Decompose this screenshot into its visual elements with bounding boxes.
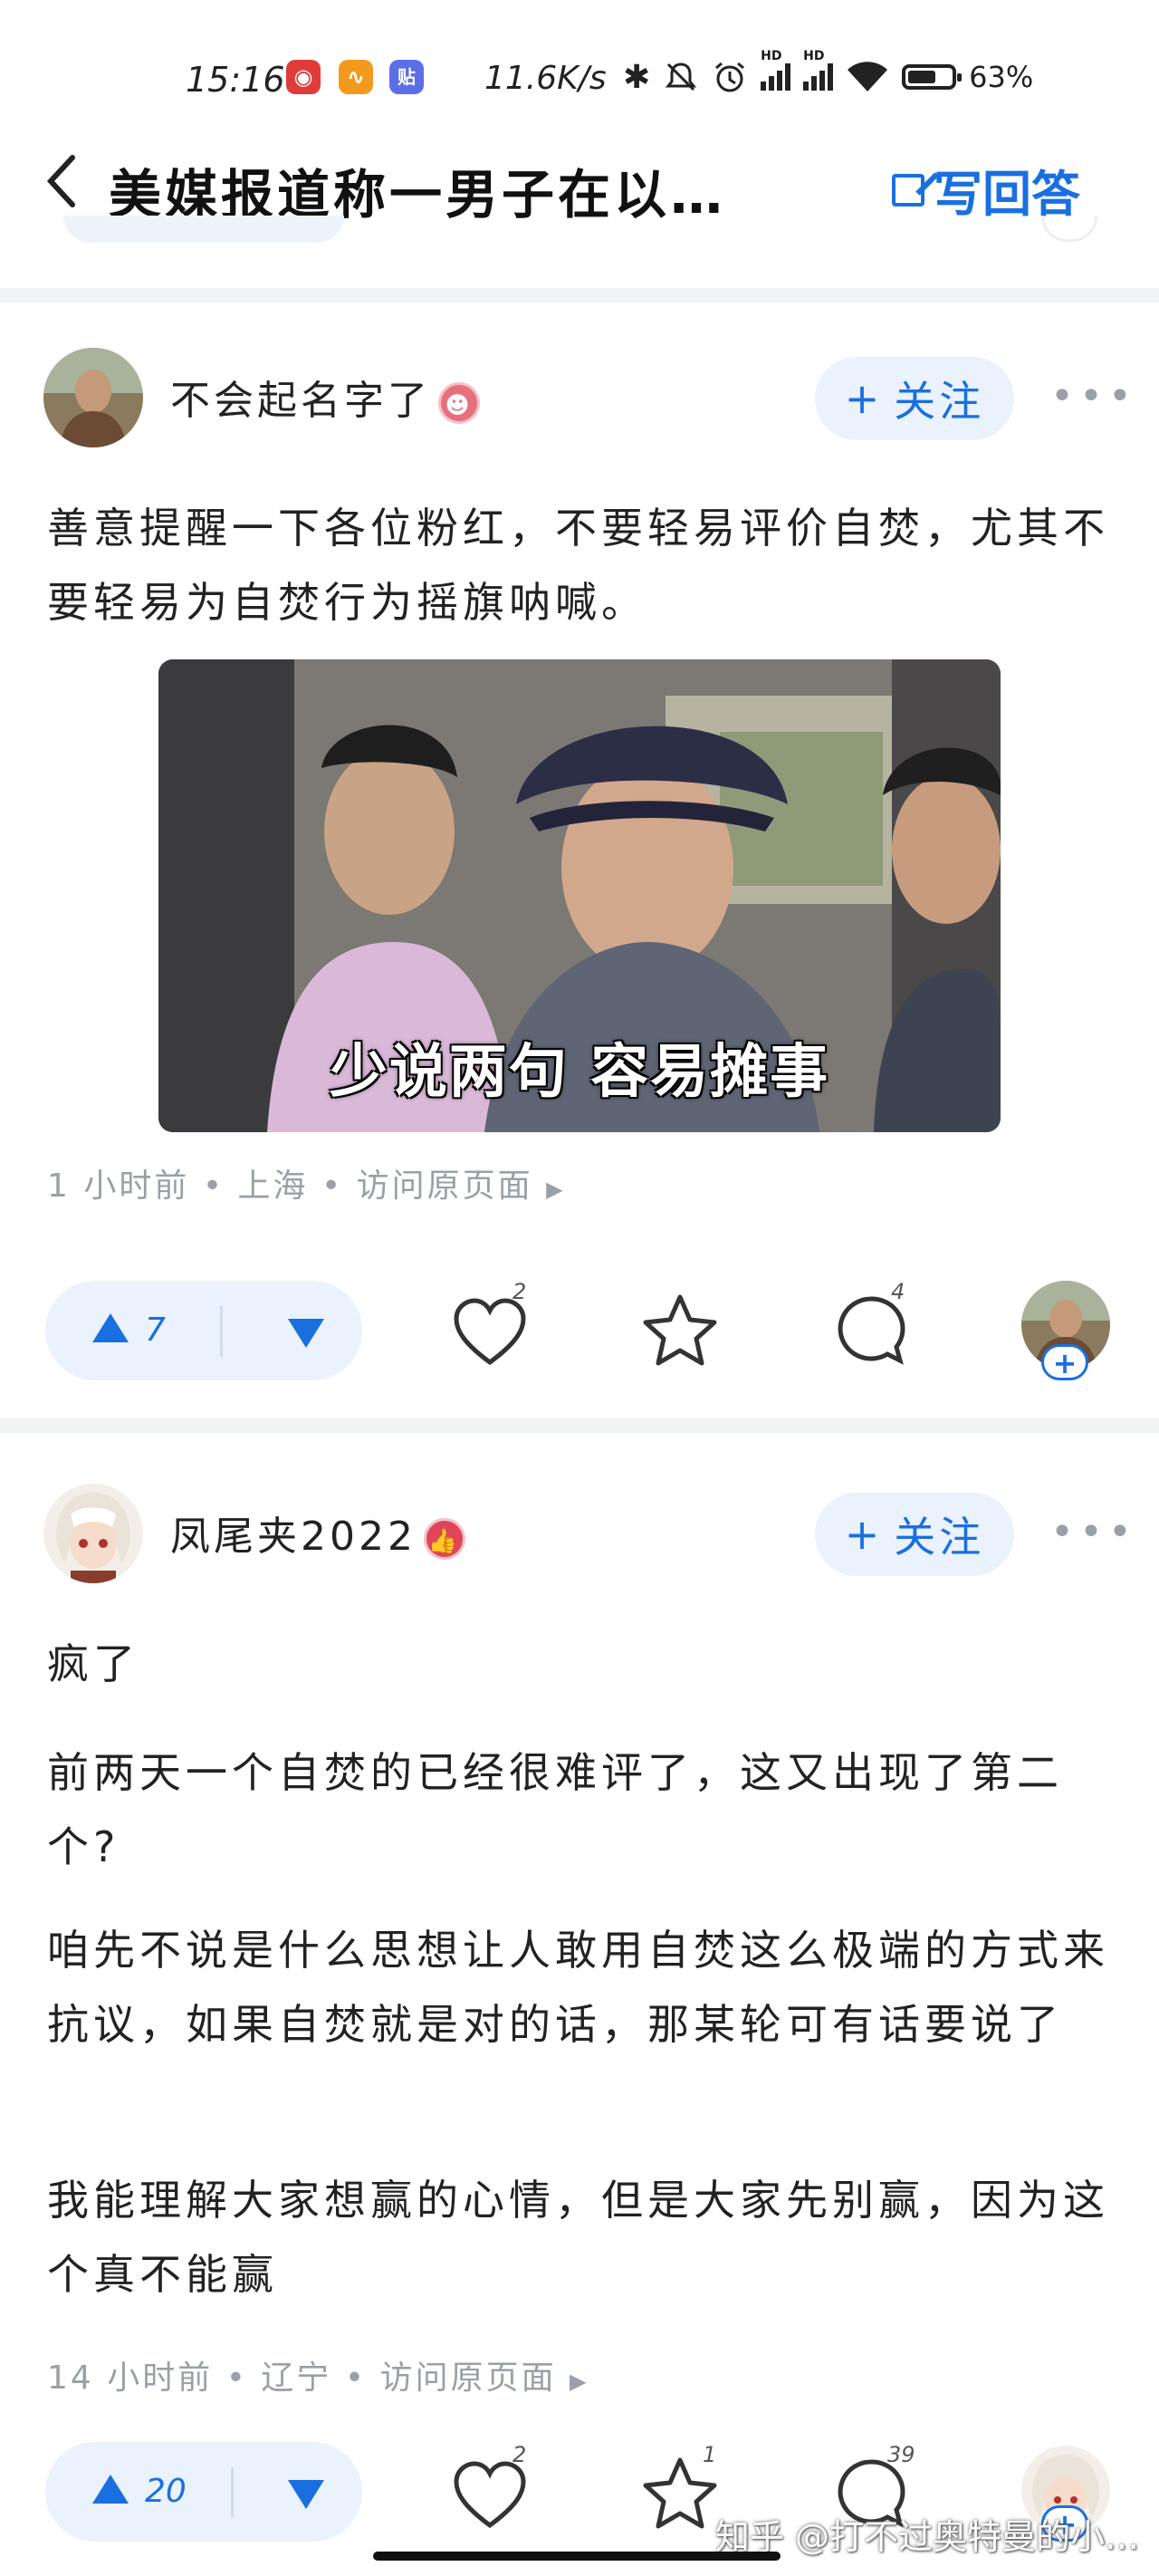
home-indicator[interactable] — [373, 2552, 781, 2561]
alarm-icon — [715, 62, 745, 92]
image-caption: 少说两句 容易摊事 — [329, 1039, 830, 1106]
status-time: 15:16 — [186, 60, 285, 100]
favorite-count: 1 — [703, 2442, 717, 2467]
plus-icon: + — [844, 374, 884, 423]
play-arrow-icon: ▶ — [546, 1177, 566, 1202]
meta-time: 1 小时前 — [47, 1168, 190, 1205]
author-name[interactable]: 不会起名字了 ☻ — [170, 368, 480, 426]
plus-icon: + — [844, 1510, 884, 1559]
add-plus-button[interactable]: + — [1041, 1344, 1088, 1380]
tieba-icon: 贴 — [389, 60, 424, 94]
badge-icon: ☻ — [438, 382, 480, 424]
hd-signal-icon: HD — [761, 49, 791, 91]
meta-separator: • — [344, 2360, 368, 2397]
meta-separator: • — [225, 2360, 248, 2397]
upvote-count: 7 — [145, 1312, 166, 1349]
more-options-icon[interactable]: ••• — [1050, 1509, 1137, 1555]
previous-action-edge — [1041, 216, 1097, 242]
author-name[interactable]: 凤尾夹2022 👍 — [170, 1504, 465, 1562]
meta-time: 14 小时前 — [47, 2360, 214, 2397]
answer-meta: 14 小时前 • 辽宁 • 访问原页面 ▶ — [47, 2351, 589, 2398]
avatar[interactable] — [43, 1484, 143, 1583]
meta-separator: • — [321, 1168, 344, 1205]
meta-location: 辽宁 — [261, 2360, 332, 2397]
answer-paragraph: 善意提醒一下各位粉红，不要轻易评价自焚，尤其不要轻易为自焚行为摇旗呐喊。 — [47, 504, 1109, 627]
hd-signal-icon: HD — [803, 49, 834, 91]
bluetooth-icon: ✱ — [623, 58, 651, 96]
visit-original-link[interactable]: 访问原页面 — [357, 1168, 533, 1205]
visit-original-link[interactable]: 访问原页面 — [380, 2360, 557, 2397]
wifi-icon — [848, 62, 888, 91]
upvote-count: 20 — [145, 2473, 187, 2510]
watermark: 知乎 @打不过奥特曼的小… — [715, 2517, 1140, 2557]
battery-percent: 63% — [969, 60, 1034, 94]
follow-button[interactable]: + 关注 — [815, 1493, 1014, 1576]
author-name-text: 凤尾夹2022 — [170, 1514, 417, 1560]
avatar[interactable] — [43, 348, 143, 447]
vote-control: 7 — [45, 1281, 362, 1380]
play-arrow-icon: ▶ — [570, 2369, 589, 2394]
like-count: 2 — [512, 2442, 527, 2467]
answer-paragraph: 疯了 — [47, 1639, 139, 1688]
previous-vote-pill — [63, 216, 344, 243]
meta-location: 上海 — [237, 1168, 309, 1205]
upvote-icon[interactable] — [92, 1313, 129, 1342]
more-options-icon[interactable]: ••• — [1050, 373, 1137, 419]
netease-icon: ◉ — [286, 60, 321, 94]
answer-meta: 1 小时前 • 上海 • 访问原页面 ▶ — [47, 1159, 566, 1206]
upvote-icon[interactable] — [92, 2475, 129, 2504]
like-count: 2 — [512, 1279, 527, 1304]
network-speed: 11.6K/s — [484, 60, 607, 97]
vote-control: 20 — [45, 2442, 362, 2542]
meta-separator: • — [202, 1168, 225, 1205]
thumbs-up-badge-icon: 👍 — [423, 1518, 465, 1560]
answer-card: 凤尾夹2022 👍 + 关注 ••• 疯了 前两天一个自焚的已经很难评了，这又出现… — [0, 1433, 1159, 2576]
mute-icon — [666, 62, 697, 91]
star-icon[interactable] — [639, 1290, 721, 1371]
status-bar: 15:16 ◉ ∿ 贴 11.6K/s ✱ HD HD 63% — [0, 0, 1159, 145]
answer-paragraph: 咱先不说是什么思想让人敢用自焚这么极端的方式来抗议，如果自焚就是对的话，那某轮可… — [47, 1926, 1109, 2049]
answer-image[interactable]: 少说两句 容易摊事 — [158, 659, 1001, 1132]
follow-label: 关注 — [894, 1513, 985, 1562]
downvote-icon[interactable] — [288, 2480, 324, 2509]
battery-icon — [902, 64, 963, 90]
author-name-text: 不会起名字了 — [170, 378, 431, 424]
comment-count: 4 — [891, 1279, 905, 1304]
section-divider — [0, 288, 1159, 303]
downvote-icon[interactable] — [288, 1319, 324, 1348]
section-divider — [0, 1418, 1159, 1433]
answer-paragraph: 前两天一个自焚的已经很难评了，这又出现了第二个? — [47, 1748, 1063, 1871]
edit-icon — [892, 173, 924, 207]
status-icons: ✱ HD HD 63% — [623, 49, 1034, 98]
follow-button[interactable]: + 关注 — [815, 357, 1014, 440]
chevron-left-icon[interactable] — [36, 145, 91, 217]
vote-separator — [231, 2467, 234, 2518]
answer-paragraph: 我能理解大家想赢的心情，但是大家先别赢，因为这个真不能赢 — [47, 2176, 1109, 2299]
comment-count: 39 — [887, 2442, 915, 2467]
vote-separator — [220, 1306, 223, 1357]
orange-app-icon: ∿ — [339, 60, 373, 94]
answer-card: 不会起名字了 ☻ + 关注 ••• 善意提醒一下各位粉红，不要轻易评价自焚，尤其不… — [0, 303, 1159, 1404]
follow-label: 关注 — [894, 377, 985, 426]
